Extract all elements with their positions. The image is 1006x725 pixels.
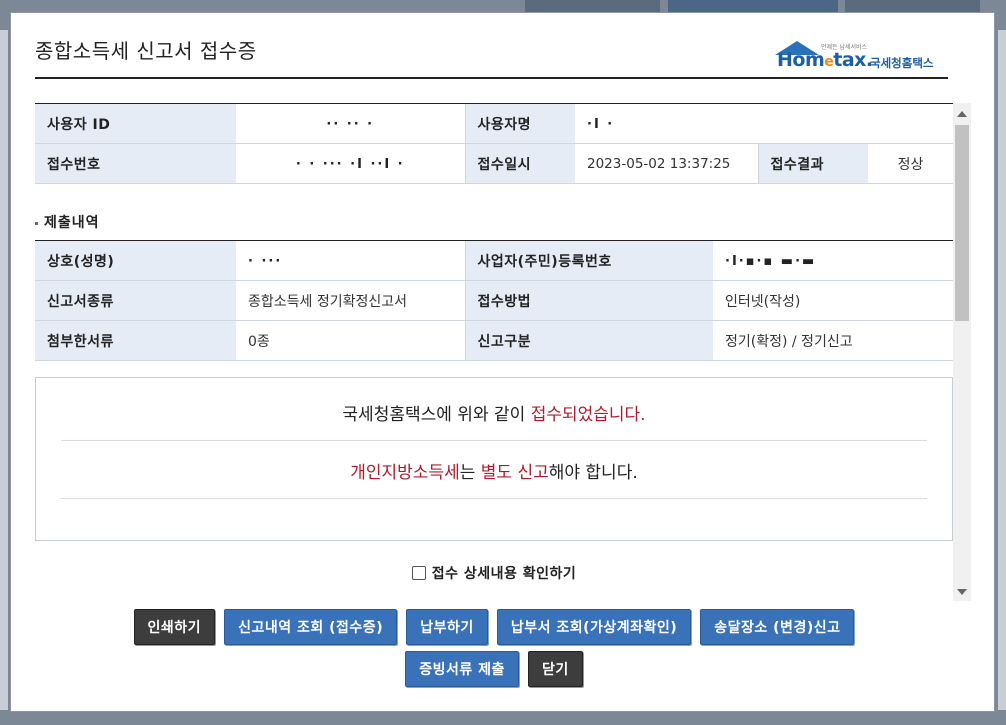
receipt-no-label: 접수번호 [35, 143, 236, 184]
user-id-label: 사용자 ID [35, 103, 236, 144]
user-id-value: ·· ·· · [236, 103, 465, 144]
company-name-label: 상호(성명) [35, 240, 236, 281]
table-row: 상호(성명) · ··· 사업자(주민)등록번호 ·I·▪·▪ ▬·▬ [35, 240, 953, 281]
scrollbar-thumb[interactable] [955, 125, 969, 321]
table-row: 첨부한서류 0종 신고구분 정기(확정) / 정기신고 [35, 320, 953, 361]
notice-line-local-tax: 개인지방소득세는 별도 신고해야 합니다. [350, 463, 638, 483]
bullet-icon [35, 221, 38, 225]
receipt-datetime-value: 2023-05-02 13:37:25 [575, 143, 758, 184]
divider [61, 440, 927, 441]
receipt-result-label: 접수결과 [757, 143, 868, 184]
submission-table: 상호(성명) · ··· 사업자(주민)등록번호 ·I·▪·▪ ▬·▬ 신고서종… [35, 240, 953, 361]
logo-korean: 국세청홈택스 [870, 56, 934, 70]
table-row: 신고서종류 종합소득세 정기확정신고서 접수방법 인터넷(작성) [35, 280, 953, 321]
background-page-right [998, 30, 1006, 710]
receipt-method-value: 인터넷(작성) [713, 280, 953, 321]
submit-docs-button[interactable]: 증빙서류 제출 [405, 651, 519, 687]
business-reg-no-label: 사업자(주민)등록번호 [464, 240, 713, 281]
delivery-address-button[interactable]: 송달장소 (변경)신고 [700, 609, 855, 645]
notice-line-received: 국세청홈택스에 위와 같이 접수되었습니다. [342, 405, 646, 425]
close-button[interactable]: 닫기 [527, 651, 583, 687]
view-bill-button[interactable]: 납부서 조회(가상계좌확인) [496, 609, 692, 645]
divider [61, 498, 927, 499]
notice-box: 국세청홈택스에 위와 같이 접수되었습니다. 개인지방소득세는 별도 신고해야 … [35, 377, 953, 541]
receipt-info-table: 사용자 ID ·· ·· · 사용자명 ·I · 접수번호 · · ··· ·I… [35, 103, 953, 184]
report-category-label: 신고구분 [464, 320, 713, 361]
receipt-datetime-label: 접수일시 [464, 143, 575, 184]
report-type-label: 신고서종류 [35, 280, 236, 321]
receipt-no-value: · · ··· ·I ··I · [236, 143, 465, 184]
confirm-details-checkbox[interactable] [411, 566, 426, 580]
receipt-dialog: 종합소득세 신고서 접수증 언제든 납세서비스 Hometax. 국세청홈택스 … [10, 12, 995, 712]
table-row: 접수번호 · · ··· ·I ··I · 접수일시 2023-05-02 13… [35, 143, 953, 184]
scroll-up-arrow-icon[interactable] [957, 111, 967, 117]
print-button[interactable]: 인쇄하기 [133, 609, 216, 645]
attachments-label: 첨부한서류 [35, 320, 236, 361]
view-report-button[interactable]: 신고내역 조회 (접수증) [224, 609, 398, 645]
report-category-value: 정기(확정) / 정기신고 [713, 320, 953, 361]
section-title: 제출내역 [35, 212, 953, 232]
scroll-down-arrow-icon[interactable] [957, 589, 967, 595]
logo-brand: Hometax. [777, 49, 873, 71]
button-bar: 인쇄하기 신고내역 조회 (접수증) 납부하기 납부서 조회(가상계좌확인) 송… [35, 609, 953, 693]
business-reg-no-value: ·I·▪·▪ ▬·▬ [713, 240, 953, 281]
hometax-logo: 언제든 납세서비스 Hometax. 국세청홈택스 [771, 39, 951, 75]
receipt-result-value: 정상 [868, 143, 953, 184]
dialog-title: 종합소득세 신고서 접수증 [35, 39, 257, 63]
table-row: 사용자 ID ·· ·· · 사용자명 ·I · [35, 103, 953, 144]
receipt-content[interactable]: 사용자 ID ·· ·· · 사용자명 ·I · 접수번호 · · ··· ·I… [35, 103, 953, 601]
receipt-method-label: 접수방법 [464, 280, 713, 321]
confirm-details-row: 접수 상세내용 확인하기 [35, 563, 953, 583]
confirm-details-label[interactable]: 접수 상세내용 확인하기 [432, 566, 577, 582]
report-type-value: 종합소득세 정기확정신고서 [236, 280, 465, 321]
user-name-label: 사용자명 [464, 103, 575, 144]
vertical-scrollbar[interactable] [953, 103, 971, 601]
company-name-value: · ··· [236, 240, 465, 281]
title-divider [35, 77, 948, 79]
background-page-left [0, 30, 8, 710]
attachments-value: 0종 [236, 320, 465, 361]
user-name-value: ·I · [575, 103, 953, 144]
pay-button[interactable]: 납부하기 [406, 609, 488, 645]
